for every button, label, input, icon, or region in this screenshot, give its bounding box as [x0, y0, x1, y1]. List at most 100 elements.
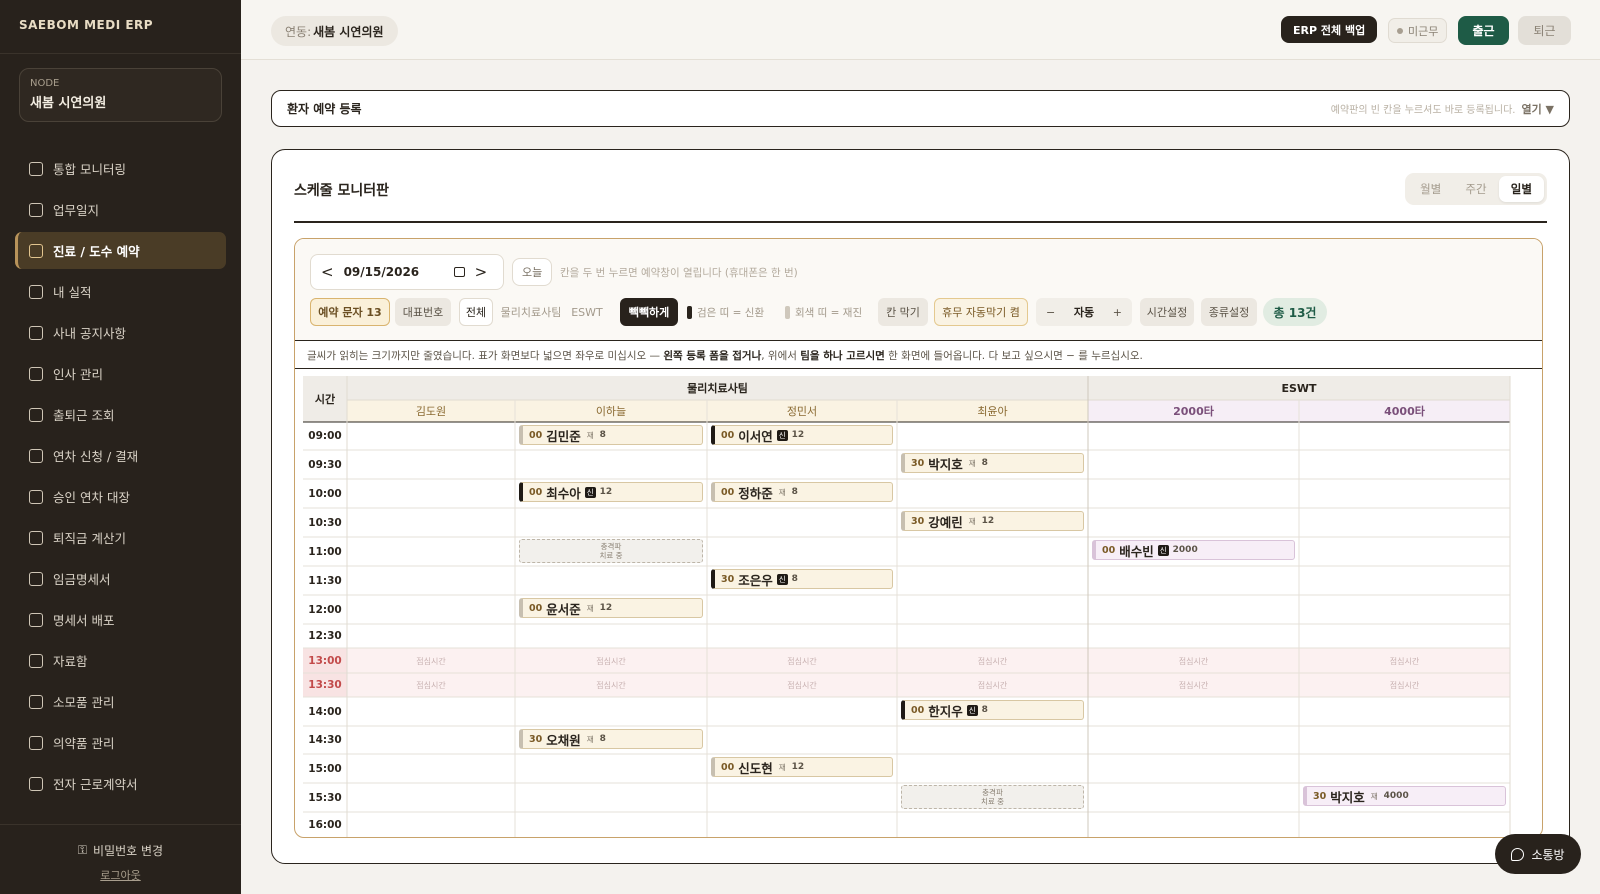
block-cell-button[interactable]: 칸 막기 [878, 298, 928, 326]
main-number-chip[interactable]: 대표번호 [395, 298, 451, 326]
appointment-block[interactable]: 30 강예린 재 12 [901, 511, 1084, 531]
clock-out-button[interactable]: 퇴근 [1518, 16, 1571, 45]
plane-icon [29, 448, 43, 463]
sidebar-item-6[interactable]: 출퇴근 조회 [15, 396, 226, 433]
appointment-minute: 00 [529, 602, 543, 614]
sidebar-item-9[interactable]: 퇴직금 계산기 [15, 519, 226, 556]
view-weekly-tab[interactable]: 주간 [1453, 176, 1498, 202]
appointment-duration: 8 [981, 705, 988, 715]
patient-registration-bar[interactable]: 환자 예약 등록 예약판의 빈 칸을 누르셔도 바로 등록됩니다. 열기 ▼ [271, 90, 1570, 127]
appointment-block[interactable]: 30 박지호 재 8 [901, 453, 1084, 473]
dense-mode-button[interactable]: 빽빽하게 [620, 298, 678, 326]
appointment-block[interactable]: 30 박지호 재 4000 [1303, 786, 1506, 806]
date-picker[interactable]: < 09/15/2026 > [310, 254, 504, 290]
topbar: 연동: 새봄 시연의원 ERP 전체 백업 미근무 출근 퇴근 [241, 0, 1600, 60]
password-change-link[interactable]: ⚿ 비밀번호 변경 [0, 842, 241, 859]
activity-icon [29, 284, 43, 299]
next-date-button[interactable]: > [475, 263, 488, 281]
appointment-type-badge: 재 [586, 603, 594, 613]
time-cell: 14:00 [308, 705, 342, 718]
sidebar-item-label: 임금명세서 [53, 572, 111, 587]
appointment-block[interactable]: 00 최수아 신 12 [519, 482, 703, 502]
view-daily-tab[interactable]: 일별 [1498, 176, 1544, 202]
erp-backup-button[interactable]: ERP 전체 백업 [1281, 16, 1378, 43]
node-box[interactable]: NODE 새봄 시연의원 [19, 68, 222, 122]
sms-count-chip[interactable]: 예약 문자 13 [310, 298, 390, 326]
info-text-2: , 위에서 [761, 350, 801, 362]
sidebar-item-10[interactable]: 임금명세서 [15, 560, 226, 597]
type-settings-button[interactable]: 종류설정 [1201, 298, 1257, 326]
schedule-board: < 09/15/2026 > 오늘 칸을 두 번 누르면 예약창이 열립니다 (… [294, 238, 1543, 838]
appointment-duration: 2000 [1172, 545, 1198, 555]
auto-block-toggle[interactable]: 휴무 자동막기 켬 [934, 298, 1028, 326]
appointment-block[interactable]: 30 조은우 신 8 [711, 569, 893, 589]
appointment-block[interactable]: 00 윤서준 재 12 [519, 598, 703, 618]
clock-in-button[interactable]: 출근 [1458, 16, 1509, 45]
time-cell: 16:00 [308, 819, 342, 831]
time-cell: 12:00 [308, 603, 342, 616]
card-divider [294, 221, 1547, 223]
appointment-block[interactable]: 00 정하준 재 8 [711, 482, 893, 502]
branch-pill[interactable]: 연동: 새봄 시연의원 [271, 16, 398, 46]
calendar-icon[interactable] [453, 267, 465, 277]
folder-icon [29, 653, 43, 668]
time-cell: 09:30 [308, 458, 342, 471]
sidebar-item-11[interactable]: 명세서 배포 [15, 601, 226, 638]
password-change-label: 비밀번호 변경 [93, 844, 164, 858]
zoom-out-button[interactable]: − [1046, 306, 1055, 319]
sidebar-item-8[interactable]: 승인 연차 대장 [15, 478, 226, 515]
megaphone-icon [29, 325, 43, 340]
appointment-block[interactable]: 00 김민준 재 8 [519, 425, 703, 445]
node-label: NODE [30, 78, 60, 89]
legend-new-patient: 검은 띠 = 신환 [687, 298, 764, 326]
column-header: 2000타 [1173, 405, 1214, 418]
sidebar-item-0[interactable]: 통합 모니터링 [15, 150, 226, 187]
shockwave-block-cell[interactable]: 충격파 치료 중 [519, 539, 703, 563]
sidebar-item-label: 자료함 [53, 654, 88, 669]
zoom-in-button[interactable]: + [1113, 306, 1122, 319]
prev-date-button[interactable]: < [321, 263, 334, 281]
appointment-duration: 12 [981, 516, 995, 526]
appointment-patient-name: 강예린 [928, 514, 963, 530]
sidebar-item-1[interactable]: 업무일지 [15, 191, 226, 228]
view-monthly-tab[interactable]: 월별 [1408, 176, 1453, 202]
appointment-block[interactable]: 30 오채원 재 8 [519, 729, 703, 749]
time-cell: 15:00 [308, 762, 342, 775]
sidebar-item-label: 승인 연차 대장 [53, 490, 130, 505]
journal-icon [29, 202, 43, 217]
sidebar-item-12[interactable]: 자료함 [15, 642, 226, 679]
appointment-duration: 12 [791, 430, 805, 440]
lunch-cell: 점심시간 [416, 681, 446, 690]
sidebar-item-7[interactable]: 연차 신청 / 결재 [15, 437, 226, 474]
brand-logo: SAEBOM MEDI ERP [0, 0, 241, 54]
registration-title: 환자 예약 등록 [287, 102, 362, 116]
appointment-minute: 30 [1313, 790, 1327, 802]
filter-all-chip[interactable]: 전체 [459, 298, 493, 326]
appointment-block[interactable]: 00 배수빈 신 2000 [1092, 540, 1295, 560]
registration-open-toggle[interactable]: 열기 ▼ [1521, 101, 1554, 117]
column-header: 이하늘 [595, 405, 627, 418]
date-value[interactable]: 09/15/2026 [344, 265, 444, 279]
sidebar-item-5[interactable]: 인사 관리 [15, 355, 226, 392]
appointment-block[interactable]: 00 한지우 신 8 [901, 700, 1084, 720]
filter-eswt-chip[interactable]: ESWT [567, 298, 607, 326]
sidebar-item-label: 통합 모니터링 [53, 162, 126, 177]
time-settings-button[interactable]: 시간설정 [1140, 298, 1194, 326]
shockwave-block-cell[interactable]: 충격파 치료 중 [901, 785, 1084, 809]
sidebar-item-4[interactable]: 사내 공지사항 [15, 314, 226, 351]
sidebar-item-14[interactable]: 의약품 관리 [15, 724, 226, 761]
appointment-block[interactable]: 00 이서연 신 12 [711, 425, 893, 445]
logout-link[interactable]: 로그아웃 [0, 867, 241, 883]
appointment-type-badge: 재 [1370, 791, 1378, 801]
sidebar-item-3[interactable]: 내 실적 [15, 273, 226, 310]
lunch-cell: 점심시간 [977, 681, 1008, 690]
sidebar-item-15[interactable]: 전자 근로계약서 [15, 765, 226, 802]
chat-room-button[interactable]: 소통방 [1495, 834, 1581, 874]
sidebar-item-2[interactable]: 진료 / 도수 예약 [15, 232, 226, 269]
filter-pt-team-chip[interactable]: 물리치료사팀 [497, 298, 565, 326]
appointment-block[interactable]: 00 신도현 재 12 [711, 757, 893, 777]
sidebar-item-13[interactable]: 소모품 관리 [15, 683, 226, 720]
schedule-monitor-card: 스케줄 모니터판 월별 주간 일별 < 09/15/2026 > 오늘 칸을 두… [271, 149, 1570, 864]
today-button[interactable]: 오늘 [512, 258, 553, 286]
column-header: 김도원 [415, 405, 447, 418]
